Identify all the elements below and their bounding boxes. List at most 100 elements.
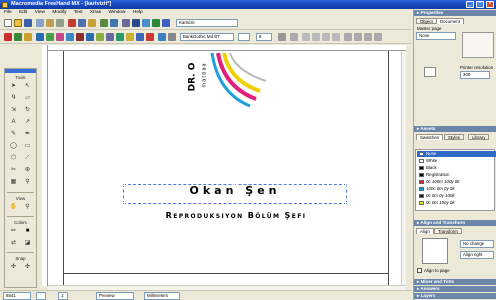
rotate-tool-icon[interactable]: ↻ — [23, 106, 32, 115]
spelling-icon[interactable] — [374, 33, 382, 41]
chart-tool-icon[interactable]: ▦ — [9, 178, 18, 187]
page-tool-icon[interactable]: ▱ — [23, 94, 32, 103]
units-dropdown[interactable]: Millimeters — [144, 292, 180, 300]
answers-header[interactable]: ▸ Answers — [414, 286, 496, 292]
default-colors-icon[interactable]: ◪ — [23, 239, 32, 248]
minimize-button[interactable]: _ — [466, 1, 474, 8]
align-right-icon[interactable] — [322, 33, 330, 41]
tools-panel-header[interactable] — [5, 69, 36, 73]
snap-guides-icon[interactable]: ✣ — [23, 263, 32, 272]
stroke-color-icon[interactable]: ✏ — [9, 227, 18, 236]
lock-icon[interactable] — [136, 33, 144, 41]
pointer-tool-icon[interactable]: ➤ — [9, 82, 18, 91]
attach-path-icon[interactable] — [354, 33, 362, 41]
cut-icon[interactable] — [68, 19, 76, 27]
align-icon[interactable] — [4, 33, 12, 41]
tab-align[interactable]: Align — [416, 228, 434, 234]
new-document-icon[interactable] — [4, 19, 12, 27]
fill-color-icon[interactable]: ■ — [23, 227, 32, 236]
union-icon[interactable] — [76, 33, 84, 41]
menu-file[interactable]: File — [4, 10, 12, 15]
mixer-icon[interactable] — [152, 19, 160, 27]
italic-icon[interactable] — [290, 33, 298, 41]
tab-styles[interactable]: Styles — [444, 134, 464, 140]
page-number-field[interactable]: 1 — [58, 292, 68, 300]
punch-icon[interactable] — [56, 33, 64, 41]
align-horizontal-dropdown[interactable]: No change — [460, 240, 494, 248]
swatch-row[interactable]: White — [417, 158, 496, 164]
layers-icon[interactable] — [132, 19, 140, 27]
line-tool-icon[interactable]: ⟋ — [23, 154, 32, 163]
swatch-row[interactable]: 0c 100m 100y 0k — [417, 179, 496, 185]
spiral-tool-icon[interactable]: ⊛ — [23, 166, 32, 175]
eyedropper-tool-icon[interactable]: ⚲ — [23, 178, 32, 187]
mixer-tints-header[interactable]: ▸ Mixer and Tints — [414, 279, 496, 285]
swatch-row[interactable]: 0c 0m 0y 100k — [417, 193, 496, 199]
swap-colors-icon[interactable]: ⇄ — [9, 239, 18, 248]
print-icon[interactable] — [56, 19, 64, 27]
bold-icon[interactable] — [278, 33, 286, 41]
menu-view[interactable]: View — [35, 10, 45, 15]
blend-icon[interactable] — [24, 33, 32, 41]
text-tool-icon[interactable]: A — [9, 118, 18, 127]
text-tool-icon[interactable] — [158, 33, 166, 41]
justify-icon[interactable] — [332, 33, 340, 41]
swatch-row[interactable]: 0c 0m 100y 0k — [417, 200, 496, 206]
rectangle-tool-icon[interactable]: ▭ — [23, 142, 32, 151]
tab-swatches[interactable]: Swatches — [416, 134, 444, 140]
scale-tool-icon[interactable]: ⇲ — [9, 106, 18, 115]
vertical-scrollbar[interactable] — [401, 51, 406, 285]
printer-res-dropdown[interactable]: 300 — [460, 71, 490, 79]
style-dropdown[interactable]: Kartvizit — [176, 19, 238, 27]
page-size-box[interactable] — [462, 32, 494, 58]
align-preview-box[interactable] — [422, 238, 448, 264]
font-dropdown[interactable]: BankGothic Md BT — [180, 33, 234, 41]
copy-icon[interactable] — [78, 19, 86, 27]
group-icon[interactable] — [36, 33, 44, 41]
tab-transform[interactable]: Transform — [434, 228, 462, 234]
unlock-icon[interactable] — [146, 33, 154, 41]
tab-library[interactable]: Library — [468, 134, 490, 140]
menu-help[interactable]: Help — [133, 10, 143, 15]
swatch-row[interactable]: None — [417, 151, 496, 157]
align-left-icon[interactable] — [302, 33, 310, 41]
convert-outlines-icon[interactable] — [364, 33, 372, 41]
styles-icon[interactable] — [162, 19, 170, 27]
zoom-tool-icon[interactable]: ⚲ — [23, 203, 32, 212]
align-to-page-checkbox[interactable] — [417, 268, 422, 273]
properties-header[interactable]: ▸ Properties — [414, 10, 496, 16]
open-folder-icon[interactable] — [14, 19, 22, 27]
close-button[interactable]: × — [486, 1, 494, 8]
name-text[interactable]: Okan Şen — [123, 184, 347, 204]
assets-header[interactable]: ▸ Assets — [414, 126, 496, 132]
zoom-dropdown[interactable] — [36, 292, 46, 300]
menu-text[interactable]: Text — [74, 10, 83, 15]
swatches-icon[interactable] — [142, 19, 150, 27]
intersect-icon[interactable] — [66, 33, 74, 41]
freeform-tool-icon[interactable]: ↗ — [23, 118, 32, 127]
ellipse-tool-icon[interactable]: ◯ — [9, 142, 18, 151]
swatch-row[interactable]: Black — [417, 165, 496, 171]
find-icon[interactable] — [122, 19, 130, 27]
combine-icon[interactable] — [46, 33, 54, 41]
text-wrap-icon[interactable] — [344, 33, 352, 41]
lasso-tool-icon[interactable]: ᑫ — [9, 94, 18, 103]
polygon-tool-icon[interactable]: ⬡ — [9, 154, 18, 163]
snap-point-icon[interactable]: ✣ — [9, 263, 18, 272]
knife-tool-icon[interactable]: ✂ — [9, 166, 18, 175]
crop-icon[interactable] — [86, 33, 94, 41]
swatch-row[interactable]: Registration — [417, 172, 496, 178]
font-size-field[interactable]: 8 — [256, 33, 272, 41]
menu-window[interactable]: Window — [108, 10, 125, 15]
pen-tool-icon[interactable]: ✎ — [9, 130, 18, 139]
transform-icon[interactable] — [14, 33, 22, 41]
hand-tool-icon[interactable]: ✋ — [9, 203, 18, 212]
import-icon[interactable] — [36, 19, 44, 27]
export-icon[interactable] — [46, 19, 54, 27]
perspective-icon[interactable] — [116, 33, 124, 41]
extrude-icon[interactable] — [126, 33, 134, 41]
menu-xtras[interactable]: Xtras — [90, 10, 101, 15]
envelope-icon[interactable] — [106, 33, 114, 41]
menu-edit[interactable]: Edit — [19, 10, 27, 15]
zoom-field[interactable]: 8541 — [3, 292, 31, 300]
